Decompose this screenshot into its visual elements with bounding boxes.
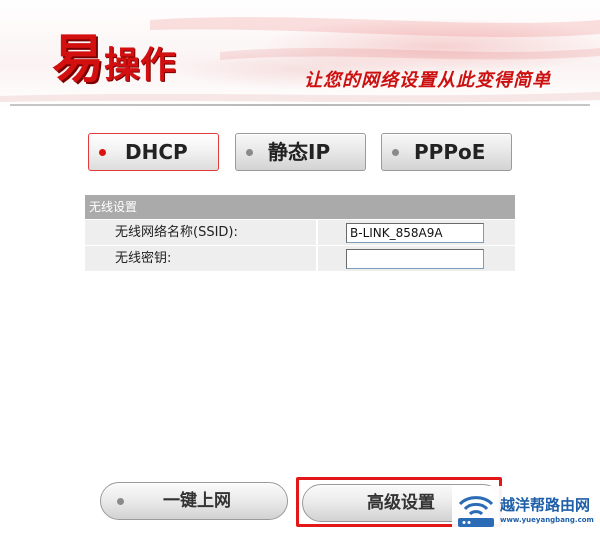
header-banner: 易 操作 让您的网络设置从此变得简单 [0,0,600,108]
mode-button-dhcp[interactable]: DHCP [88,133,219,171]
logo: 易 操作 [52,34,176,86]
column-separator [316,246,318,271]
mode-button-static-ip[interactable]: 静态IP [235,133,366,171]
wireless-section-title: 无线设置 [85,194,515,219]
ssid-label: 无线网络名称(SSID): [115,225,238,240]
wireless-settings-panel: 无线设置 无线网络名称(SSID): 无线密钥: [85,194,515,271]
watermark-url: www.yueyangbang.com [500,516,594,524]
radio-dot-icon [99,149,106,156]
watermark-title: 越洋帮路由网 [500,496,591,514]
mode-button-label: PPPoE [414,140,486,164]
password-input[interactable] [346,249,484,269]
mode-button-label: 静态IP [268,140,331,164]
column-separator [316,220,318,245]
logo-rest-text: 操作 [104,45,177,86]
password-row: 无线密钥: [85,245,515,271]
one-key-connect-button[interactable]: 一键上网 [100,482,288,520]
ssid-row: 无线网络名称(SSID): [85,219,515,245]
advanced-settings-label: 高级设置 [367,493,435,513]
one-key-connect-label: 一键上网 [163,491,231,511]
mode-button-pppoe[interactable]: PPPoE [381,133,512,171]
ssid-input[interactable] [346,223,484,243]
mode-button-label: DHCP [125,140,188,164]
logo-main-char: 易 [52,29,104,90]
router-wifi-icon [458,496,494,527]
radio-dot-icon [246,149,253,156]
button-dot-icon [117,498,124,505]
header-divider [10,104,590,106]
watermark: 越洋帮路由网 www.yueyangbang.com [452,486,600,534]
header-slogan: 让您的网络设置从此变得简单 [304,70,551,91]
password-label: 无线密钥: [115,251,172,266]
radio-dot-icon [392,149,399,156]
